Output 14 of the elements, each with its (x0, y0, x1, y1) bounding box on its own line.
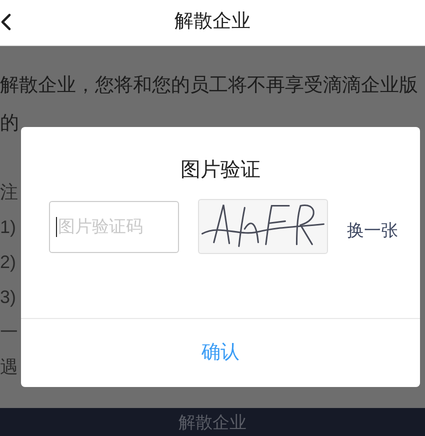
note-text: 注 (0, 182, 18, 200)
note-text: 2) (0, 252, 16, 270)
notice-text: 解散企业，您将和您的员工将不再享受滴滴企业版 (0, 76, 418, 94)
note-text: 3) (0, 288, 16, 306)
refresh-link[interactable]: 换一张 (347, 218, 398, 244)
text-cursor (56, 216, 57, 236)
dissolve-button[interactable]: 解散企业 (0, 408, 425, 436)
note-text: 一 (0, 322, 18, 340)
note-text: 1) (0, 218, 16, 236)
notice-text: 的 (0, 114, 19, 132)
page-title: 解散企业 (174, 10, 250, 34)
note-text: 遇 (0, 358, 18, 376)
confirm-button[interactable]: 确认 (21, 319, 420, 387)
dialog-title: 图片验证 (180, 160, 260, 180)
